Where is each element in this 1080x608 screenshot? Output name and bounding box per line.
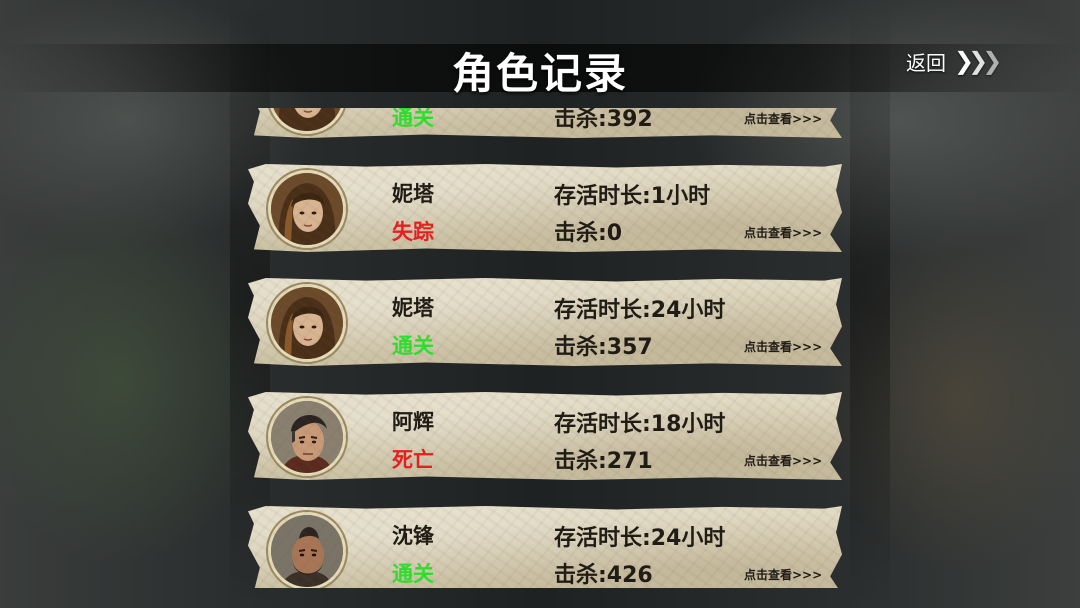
record-card[interactable]: 阿辉 死亡 存活时长:18小时 击杀:271 点击查看>>> [248, 392, 842, 480]
character-status: 失踪 [392, 220, 434, 244]
character-status: 通关 [392, 334, 434, 358]
view-details-link[interactable]: 点击查看>>> [744, 338, 822, 355]
back-label: 返回 [906, 50, 946, 75]
record-card[interactable]: 通关 击杀:392 点击查看>>> [248, 108, 842, 138]
female-portrait-icon [271, 108, 343, 131]
view-details-link[interactable]: 点击查看>>> [744, 224, 822, 241]
view-details-link[interactable]: 点击查看>>> [744, 566, 822, 583]
record-card[interactable]: 沈锋 通关 存活时长:24小时 击杀:426 点击查看>>> [248, 506, 842, 588]
view-details-link[interactable]: 点击查看>>> [744, 452, 822, 469]
kill-count: 击杀:357 [554, 335, 653, 360]
chevron-right-triple-icon: ❯❯❯ [954, 47, 1002, 75]
character-portrait [268, 108, 346, 134]
back-button[interactable]: 返回 ❯❯❯ [906, 46, 1002, 76]
character-name: 妮塔 [392, 296, 434, 320]
character-name: 妮塔 [392, 182, 434, 206]
character-status: 死亡 [392, 448, 434, 472]
survival-time: 存活时长:18小时 [554, 412, 726, 437]
character-name: 沈锋 [392, 524, 434, 548]
character-portrait [268, 170, 346, 248]
survival-time: 存活时长:1小时 [554, 184, 711, 209]
male-portrait-icon [271, 515, 343, 587]
character-status: 通关 [392, 562, 434, 586]
character-status: 通关 [392, 108, 434, 130]
survival-time: 存活时长:24小时 [554, 298, 726, 323]
kill-count: 击杀:426 [554, 563, 653, 588]
female-portrait-icon [271, 173, 343, 245]
character-name: 阿辉 [392, 410, 434, 434]
kill-count: 击杀:0 [554, 221, 623, 246]
character-portrait [268, 398, 346, 476]
male-portrait-icon [271, 401, 343, 473]
record-card[interactable]: 妮塔 通关 存活时长:24小时 击杀:357 点击查看>>> [248, 278, 842, 366]
view-details-link[interactable]: 点击查看>>> [744, 110, 822, 127]
character-portrait [268, 284, 346, 362]
record-list[interactable]: 通关 击杀:392 点击查看>>> 妮塔 失踪 存活时长:1小时 击杀:0 点击… [240, 108, 850, 588]
kill-count: 击杀:392 [554, 108, 653, 132]
character-portrait [268, 512, 346, 588]
female-portrait-icon [271, 287, 343, 359]
survival-time: 存活时长:24小时 [554, 526, 726, 551]
record-card[interactable]: 妮塔 失踪 存活时长:1小时 击杀:0 点击查看>>> [248, 164, 842, 252]
kill-count: 击杀:271 [554, 449, 653, 474]
